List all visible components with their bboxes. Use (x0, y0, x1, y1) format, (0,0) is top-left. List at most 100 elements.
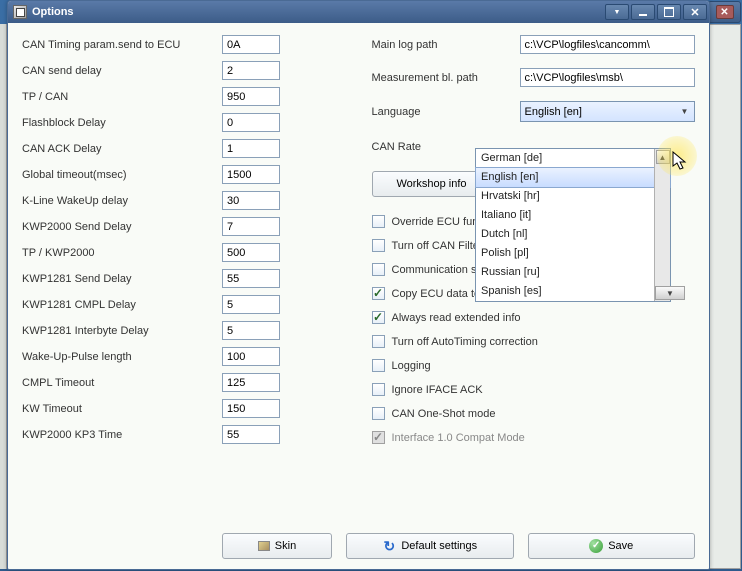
workshop-info-button[interactable]: Workshop info (372, 171, 492, 197)
param-row-12: Wake-Up-Pulse length (22, 347, 346, 366)
dropdown-item[interactable]: English [en] (475, 167, 671, 188)
param-input[interactable] (222, 321, 280, 340)
checkbox[interactable] (372, 215, 385, 228)
param-input[interactable] (222, 269, 280, 288)
param-input[interactable] (222, 243, 280, 262)
scroll-up-button[interactable]: ▲ (656, 150, 670, 164)
param-row-2: TP / CAN (22, 87, 346, 106)
param-input[interactable] (222, 347, 280, 366)
param-label: CAN ACK Delay (22, 143, 222, 155)
minimize-button[interactable] (631, 4, 655, 20)
param-row-13: CMPL Timeout (22, 373, 346, 392)
param-row-7: KWP2000 Send Delay (22, 217, 346, 236)
dropdown-item[interactable]: Italiano [it] (476, 206, 670, 225)
options-dialog: Options CAN Timing param.send to ECUCAN … (7, 0, 710, 570)
maximize-button[interactable] (657, 4, 681, 20)
checkbox-label: Turn off CAN Filter (392, 240, 483, 252)
skin-button-label: Skin (275, 540, 296, 552)
param-label: TP / KWP2000 (22, 247, 222, 259)
refresh-icon: ↻ (382, 539, 396, 553)
param-label: Flashblock Delay (22, 117, 222, 129)
param-input[interactable] (222, 87, 280, 106)
close-button[interactable] (683, 4, 707, 20)
language-dropdown[interactable]: German [de]English [en]Hrvatski [hr]Ital… (475, 148, 671, 302)
check-icon: ✓ (589, 539, 603, 553)
dropdown-item[interactable]: Hrvatski [hr] (476, 187, 670, 206)
save-button[interactable]: ✓ Save (528, 533, 696, 559)
workshop-info-label: Workshop info (396, 178, 466, 190)
checkbox-label: Always read extended info (392, 312, 521, 324)
param-label: Wake-Up-Pulse length (22, 351, 222, 363)
background-window-left (0, 24, 7, 569)
dropdown-scrollbar[interactable]: ▲ ▼ (654, 149, 670, 301)
titlebar-buttons (605, 4, 707, 20)
param-input[interactable] (222, 399, 280, 418)
checkbox-row-5: Turn off AutoTiming correction (372, 335, 696, 348)
checkbox-row-4: Always read extended info (372, 311, 696, 324)
param-input[interactable] (222, 139, 280, 158)
param-label: CAN send delay (22, 65, 222, 77)
checkbox[interactable] (372, 359, 385, 372)
checkbox-label: CAN One-Shot mode (392, 408, 496, 420)
checkbox[interactable] (372, 263, 385, 276)
param-input[interactable] (222, 373, 280, 392)
default-settings-button[interactable]: ↻ Default settings (346, 533, 514, 559)
checkbox (372, 431, 385, 444)
param-input[interactable] (222, 35, 280, 54)
param-row-5: Global timeout(msec) (22, 165, 346, 184)
background-window-right (709, 24, 741, 569)
param-input[interactable] (222, 425, 280, 444)
param-label: K-Line WakeUp delay (22, 195, 222, 207)
dropdown-item[interactable]: Russian [ru] (476, 263, 670, 282)
param-row-11: KWP1281 Interbyte Delay (22, 321, 346, 340)
checkbox[interactable] (372, 407, 385, 420)
checkbox[interactable] (372, 287, 385, 300)
param-input[interactable] (222, 191, 280, 210)
dropdown-item[interactable]: Spanish [es] (476, 282, 670, 301)
checkbox-row-9: Interface 1.0 Compat Mode (372, 431, 696, 444)
scroll-down-button[interactable]: ▼ (655, 286, 685, 300)
param-row-3: Flashblock Delay (22, 113, 346, 132)
param-label: Global timeout(msec) (22, 169, 222, 181)
checkbox-row-7: Ignore IFACE ACK (372, 383, 696, 396)
checkbox[interactable] (372, 383, 385, 396)
checkbox-label: Ignore IFACE ACK (392, 384, 483, 396)
titlebar-dropdown-button[interactable] (605, 4, 629, 20)
left-column: CAN Timing param.send to ECU CAN send del… (22, 35, 346, 455)
param-label: KWP1281 CMPL Delay (22, 299, 222, 311)
checkbox[interactable] (372, 311, 385, 324)
checkbox-label: Interface 1.0 Compat Mode (392, 432, 525, 444)
background-window-titlebar: ✕ (708, 1, 741, 23)
background-close-icon: ✕ (716, 5, 734, 19)
checkbox-label: Turn off AutoTiming correction (392, 336, 538, 348)
param-input[interactable] (222, 61, 280, 80)
param-row-14: KW Timeout (22, 399, 346, 418)
dropdown-item[interactable]: Polish [pl] (476, 244, 670, 263)
main-log-path-row: Main log path (372, 35, 696, 54)
checkbox[interactable] (372, 335, 385, 348)
dropdown-item[interactable]: Dutch [nl] (476, 225, 670, 244)
titlebar[interactable]: Options (8, 1, 709, 23)
checkbox[interactable] (372, 239, 385, 252)
param-row-4: CAN ACK Delay (22, 139, 346, 158)
skin-button[interactable]: Skin (222, 533, 332, 559)
bottom-button-bar: Skin ↻ Default settings ✓ Save (8, 533, 709, 559)
app-icon (13, 5, 27, 19)
save-button-label: Save (608, 540, 633, 552)
param-label: KW Timeout (22, 403, 222, 415)
param-row-0: CAN Timing param.send to ECU (22, 35, 346, 54)
param-row-8: TP / KWP2000 (22, 243, 346, 262)
param-input[interactable] (222, 295, 280, 314)
param-input[interactable] (222, 165, 280, 184)
param-label: KWP1281 Interbyte Delay (22, 325, 222, 337)
param-input[interactable] (222, 217, 280, 236)
dialog-body: CAN Timing param.send to ECU CAN send del… (8, 23, 709, 569)
param-label: TP / CAN (22, 91, 222, 103)
main-log-path-input[interactable] (520, 35, 696, 54)
measurement-path-input[interactable] (520, 68, 696, 87)
measurement-path-row: Measurement bl. path (372, 68, 696, 87)
dropdown-item[interactable]: German [de] (476, 149, 670, 168)
param-input[interactable] (222, 113, 280, 132)
language-select[interactable]: English [en] ▼ (520, 101, 696, 122)
language-selected-value: English [en] (525, 106, 582, 118)
